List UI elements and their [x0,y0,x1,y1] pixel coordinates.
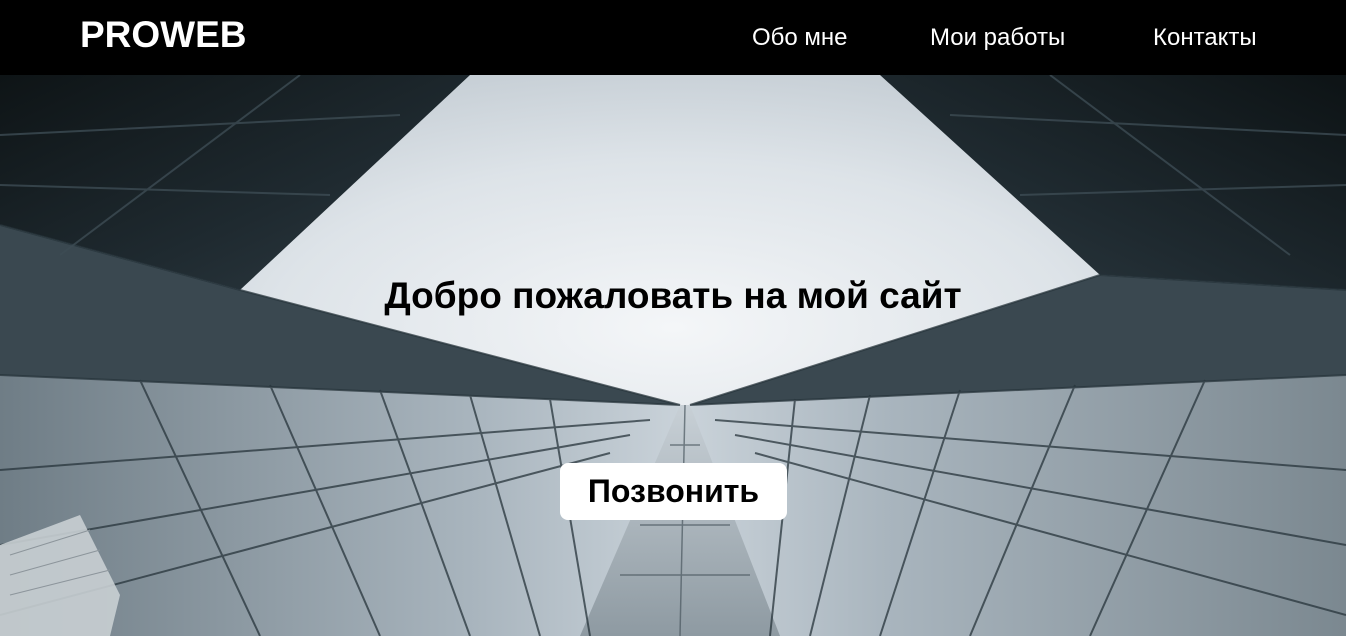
hero-background-image [0,75,1346,636]
hero-title: Добро пожаловать на мой сайт [384,275,962,316]
nav-link-contacts[interactable]: Контакты [1153,24,1257,52]
hero-section: Добро пожаловать на мой сайт Позвонить [0,75,1346,636]
nav-link-works[interactable]: Мои работы [930,24,1065,52]
nav-link-about[interactable]: Обо мне [752,24,848,52]
logo[interactable]: PROWEB [80,14,247,56]
site-header: PROWEB Обо мне Мои работы Контакты [0,0,1346,75]
call-button[interactable]: Позвонить [560,463,787,520]
